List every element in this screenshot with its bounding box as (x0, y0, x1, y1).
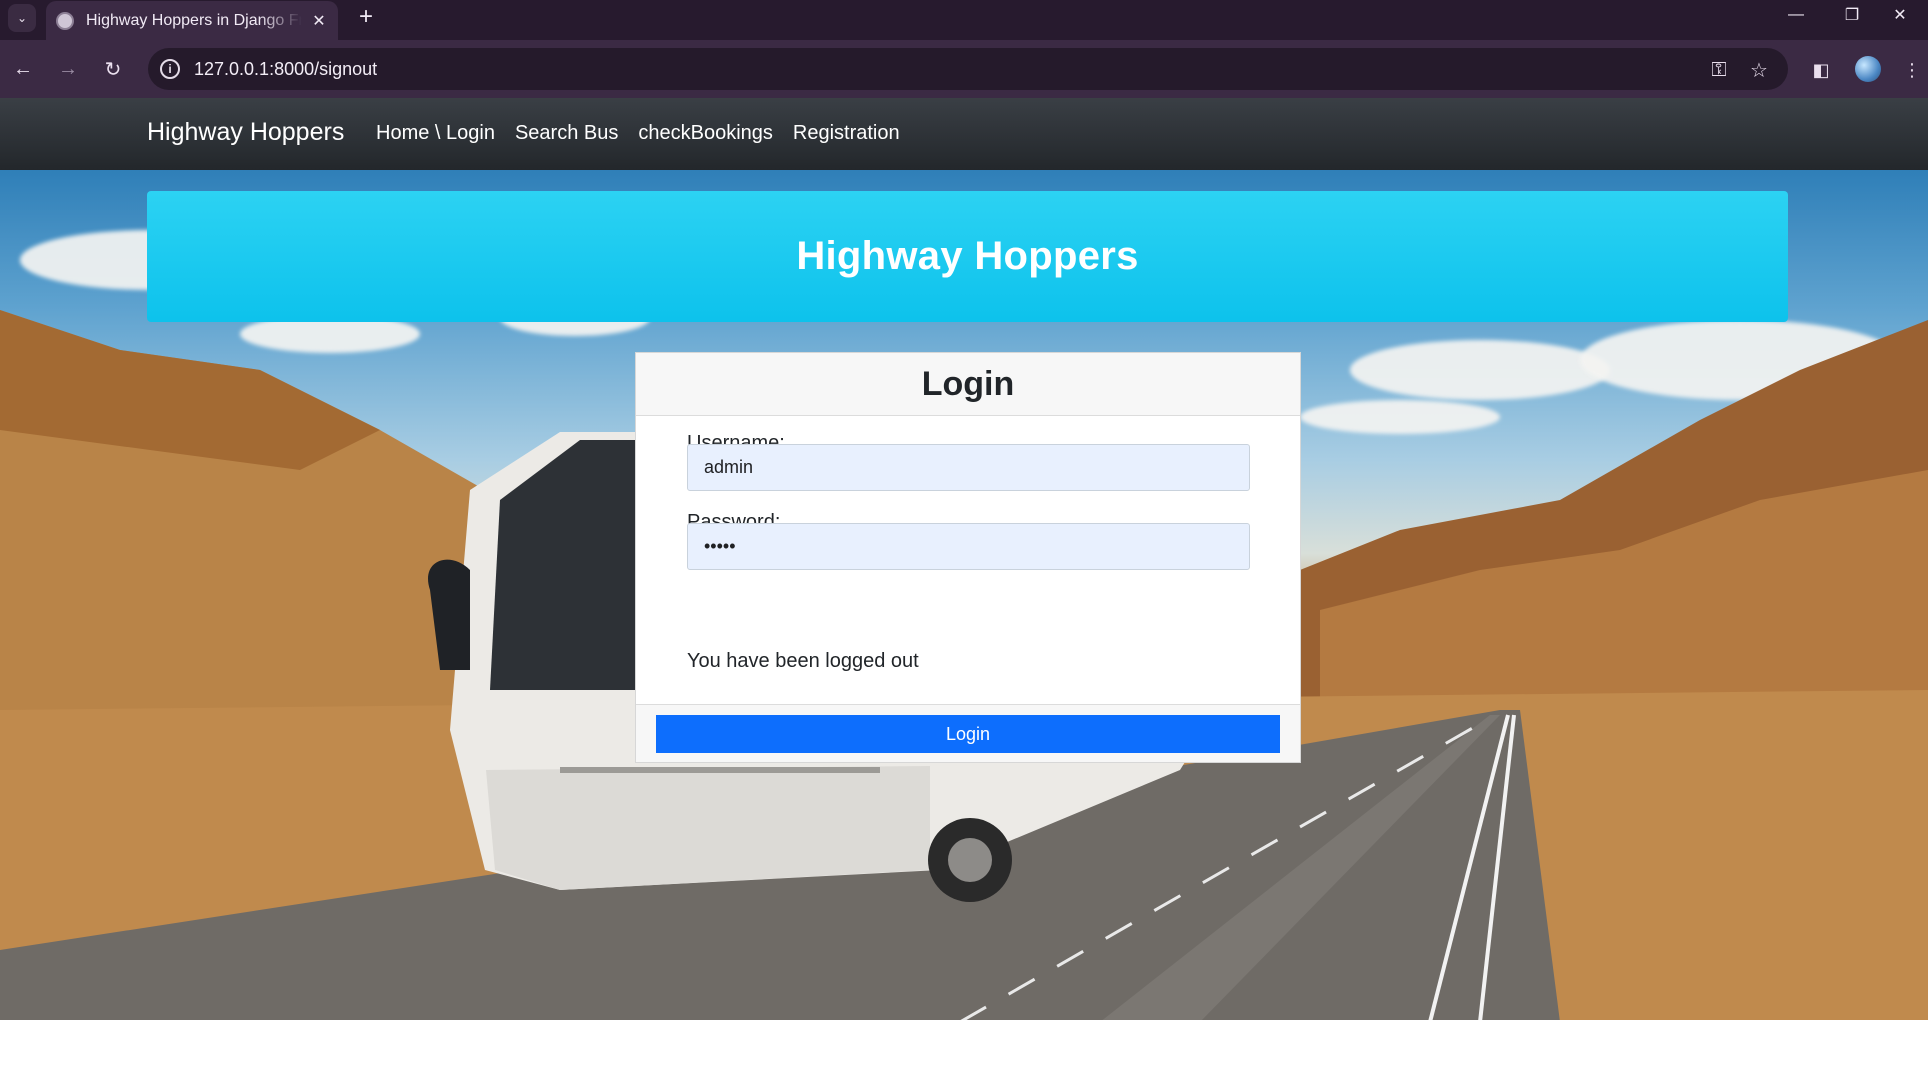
forward-icon[interactable]: → (53, 54, 83, 84)
username-input[interactable]: admin (687, 444, 1250, 491)
plus-icon[interactable]: + (352, 4, 380, 32)
nav-link-registration[interactable]: Registration (793, 122, 900, 145)
address-bar[interactable]: i 127.0.0.1:8000/signout ⚿ ☆ (148, 48, 1788, 90)
logout-message: You have been logged out (687, 650, 919, 672)
login-card-header: Login (636, 353, 1300, 416)
back-icon[interactable]: ← (8, 54, 38, 84)
info-icon[interactable]: i (160, 59, 180, 79)
close-icon[interactable]: ✕ (310, 11, 328, 31)
menu-icon[interactable]: ⋮ (1899, 57, 1925, 83)
page-viewport: Highway Hoppers Home \ Login Search Bus … (0, 98, 1928, 1020)
close-window-icon[interactable]: ✕ (1872, 0, 1928, 30)
reload-icon[interactable]: ↻ (98, 54, 128, 84)
sidepanel-icon[interactable]: ◧ (1808, 57, 1834, 83)
nav-link-home-login[interactable]: Home \ Login (376, 122, 495, 145)
navbar-brand[interactable]: Highway Hoppers (147, 118, 344, 147)
nav-links: Home \ Login Search Bus checkBookings Re… (376, 122, 900, 145)
minimize-icon[interactable]: — (1768, 0, 1824, 30)
login-card-footer: Login (636, 704, 1300, 762)
login-card: Login Username: admin Password: ••••• Yo… (635, 352, 1301, 763)
avatar[interactable] (1855, 56, 1881, 82)
nav-link-check-bookings[interactable]: checkBookings (638, 122, 773, 145)
password-input[interactable]: ••••• (687, 523, 1250, 570)
tab-title: Highway Hoppers in Django Framework (86, 11, 302, 29)
star-icon[interactable]: ☆ (1746, 57, 1772, 83)
hero-banner: Highway Hoppers (147, 191, 1788, 322)
nav-link-search-bus[interactable]: Search Bus (515, 122, 618, 145)
login-button[interactable]: Login (656, 715, 1280, 753)
site-navbar: Highway Hoppers Home \ Login Search Bus … (0, 98, 1928, 170)
key-icon[interactable]: ⚿ (1706, 57, 1732, 83)
globe-icon (56, 11, 74, 30)
browser-tab-strip: ⌄ Highway Hoppers in Django Framework ✕ … (0, 0, 1928, 40)
browser-tab[interactable]: Highway Hoppers in Django Framework ✕ (46, 1, 338, 40)
tab-search-icon[interactable]: ⌄ (8, 4, 36, 32)
hero-title: Highway Hoppers (796, 234, 1139, 278)
login-title: Login (921, 364, 1015, 403)
url-text[interactable]: 127.0.0.1:8000/signout (194, 59, 377, 80)
browser-toolbar: ← → ↻ i 127.0.0.1:8000/signout ⚿ ☆ (0, 40, 1928, 98)
